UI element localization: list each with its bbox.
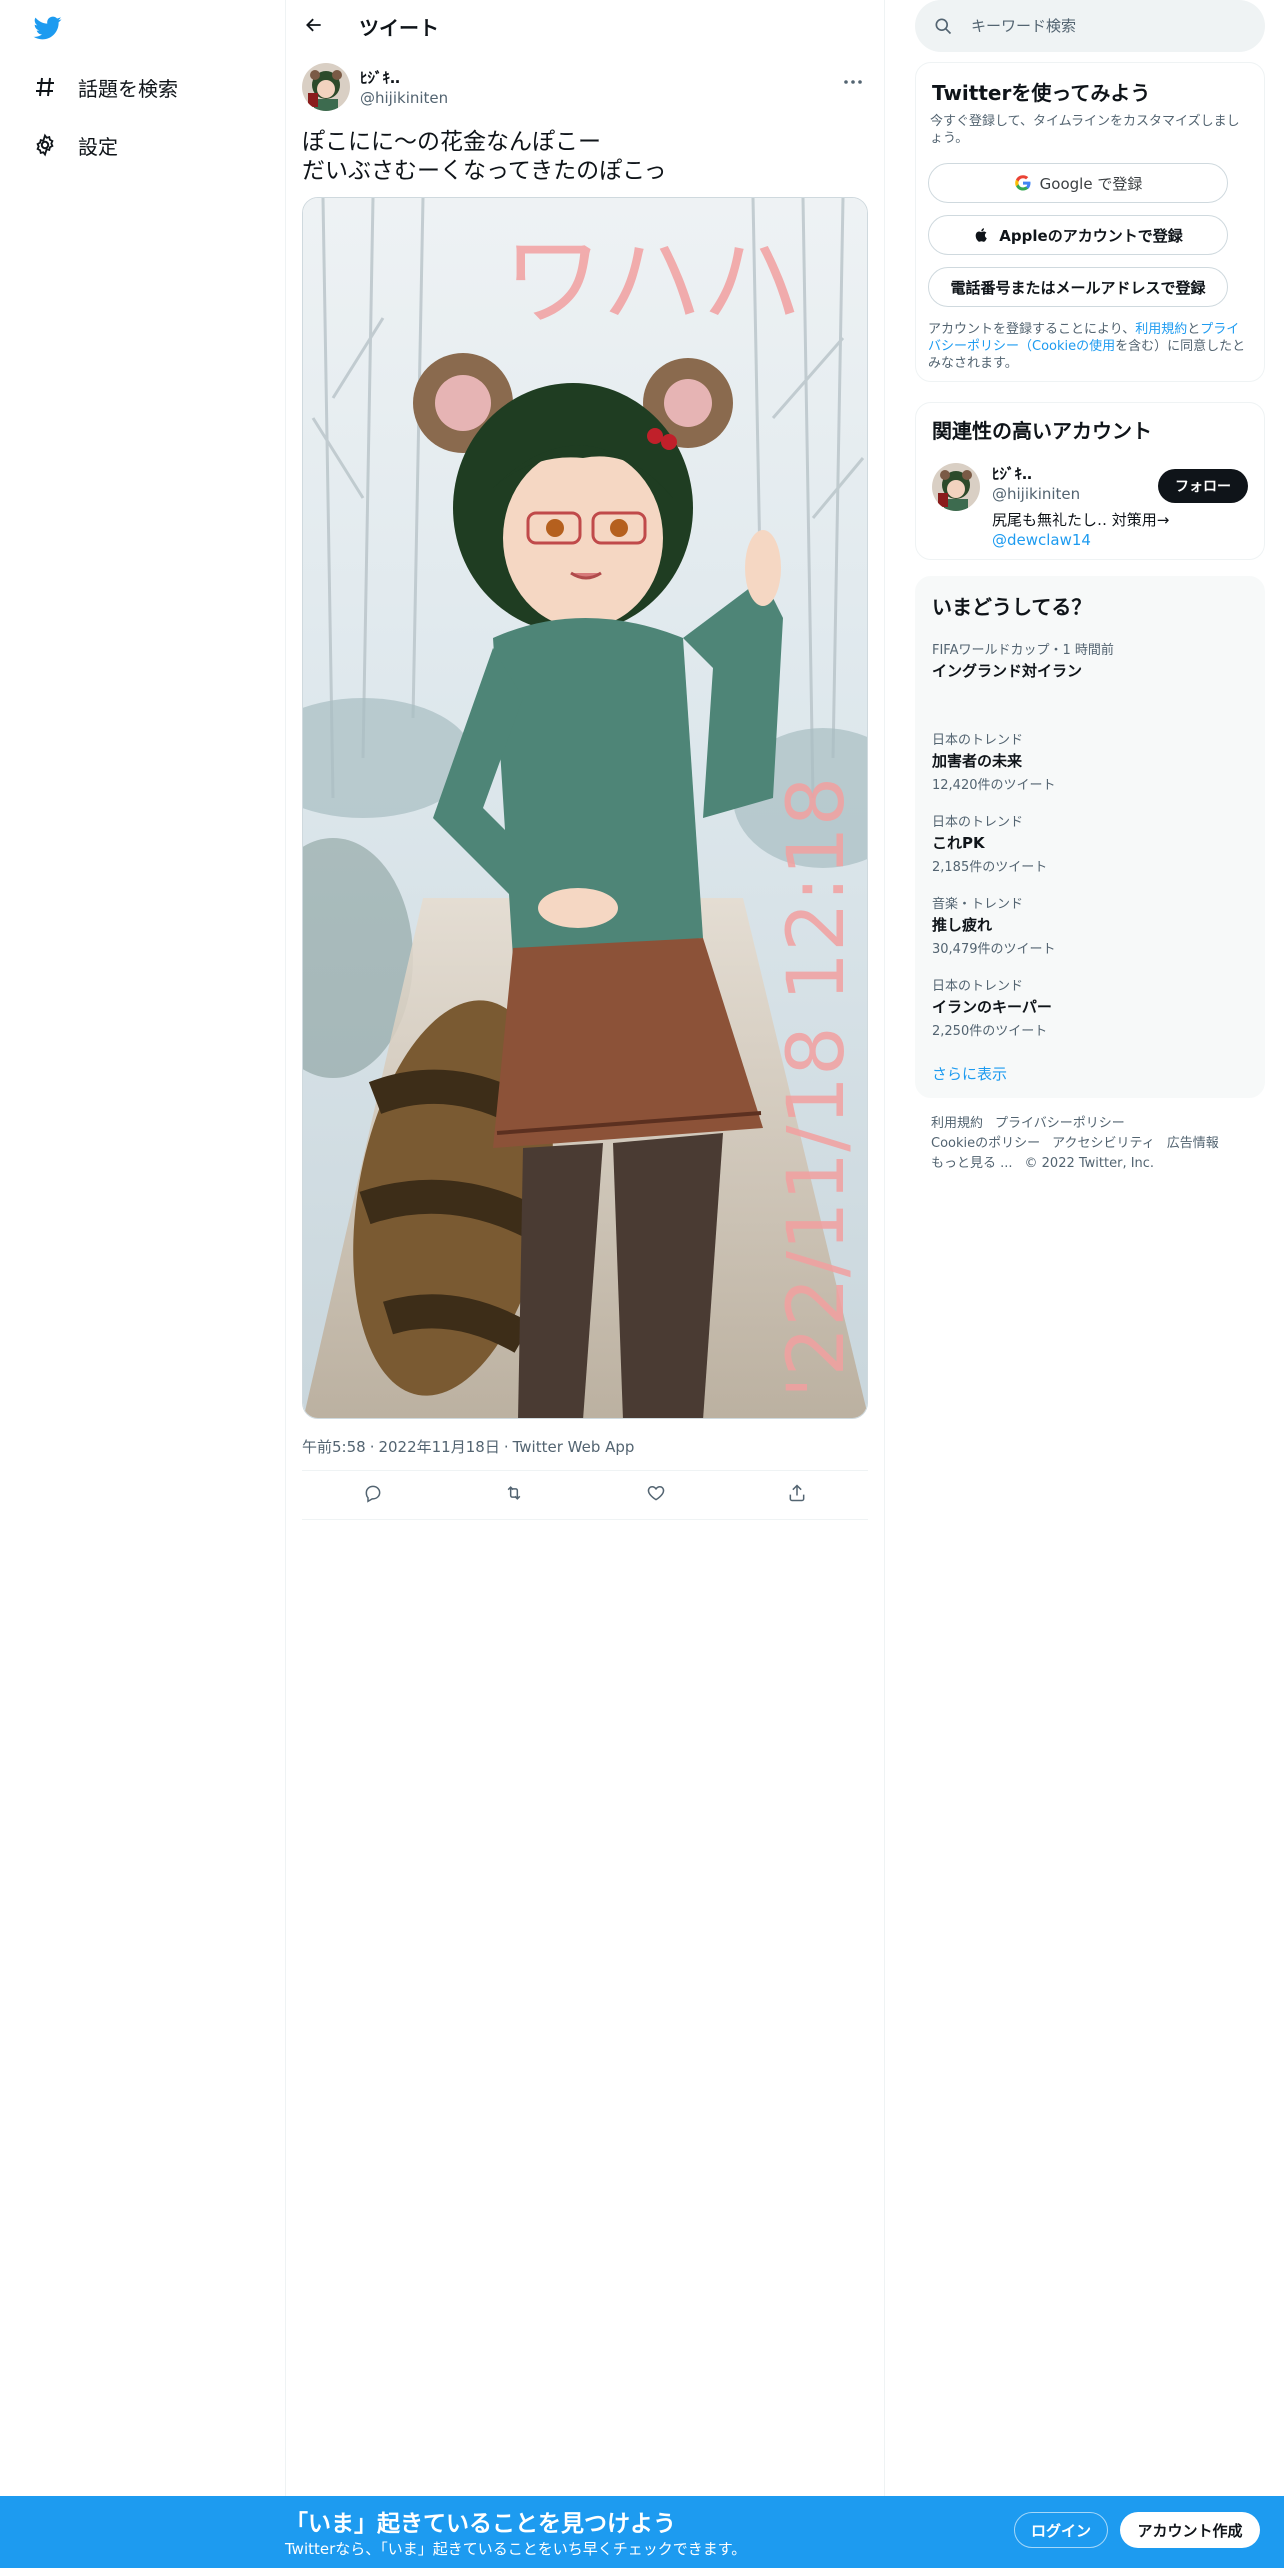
nav-item-label: 話題を検索 [78,76,178,101]
trend-item[interactable]: 日本のトレンド 加害者の未来 12,420件のツイート [932,729,1252,793]
avatar[interactable] [302,63,350,111]
footer-link[interactable]: アクセシビリティ [1052,1136,1155,1151]
trend-name: 加害者の未来 [932,752,1023,770]
heart-icon [646,1483,666,1507]
show-more-link[interactable]: さらに表示 [932,1063,1007,1084]
trend-count: 30,479件のツイート [932,942,1056,957]
tweet-source[interactable]: Twitter Web App [513,1438,635,1456]
terms-notice: アカウントを登録することにより、利用規約とプライバシーポリシー（Cookieの使… [928,321,1248,372]
meta-separator: · [503,1438,509,1456]
gear-icon [32,132,58,158]
follow-button[interactable]: フォロー [1158,469,1248,503]
tweet-image[interactable]: ワハハ '22/11/18 12:18 [302,197,868,1419]
hashtag-icon [32,74,58,100]
footer-link[interactable]: Cookieのポリシー [931,1136,1040,1151]
signup-card-title: Twitterを使ってみよう [932,81,1151,105]
related-card-title: 関連性の高いアカウント [932,419,1152,443]
page-title: ツイート [359,16,439,40]
footer-link[interactable]: もっと見る ... [931,1156,1013,1171]
reply-button[interactable] [353,1475,393,1515]
trend-name: 推し疲れ [932,916,993,934]
more-icon [843,70,863,89]
retweet-button[interactable] [494,1475,534,1515]
meta-separator: · [369,1438,375,1456]
more-options-button[interactable] [838,67,868,91]
footer-link[interactable]: 広告情報 [1167,1136,1219,1151]
main-column: ツイート ﾋｼﾞｷ‥ @hijikiniten ぽこにに～の花金なんぽこー だい… [285,0,885,2568]
apple-icon [973,226,991,244]
like-button[interactable] [636,1475,676,1515]
footer-link[interactable]: プライバシーポリシー [995,1116,1125,1131]
terms-text: と [1187,322,1201,337]
search-input[interactable] [971,17,1231,35]
arrow-left-icon [304,15,324,39]
trend-category: 日本のトレンド [932,733,1024,748]
reply-icon [363,1483,383,1507]
signup-card: Twitterを使ってみよう 今すぐ登録して、タイムラインをカスタマイズしましょ… [915,62,1265,382]
bottom-signup-bar: 「いま」起きていることを見つけよう Twitterなら、「いま」起きていることを… [0,2496,1284,2568]
trend-count: 12,420件のツイート [932,778,1056,793]
trend-item[interactable]: 日本のトレンド これPK 2,185件のツイート [932,811,1252,875]
back-button[interactable] [298,11,330,43]
trend-name: イランのキーパー [932,998,1052,1016]
author-name[interactable]: ﾋｼﾞｷ‥ [360,67,400,88]
share-icon [787,1483,807,1507]
google-icon [1014,174,1032,192]
related-account-bio: 尻尾も無礼たし‥ 対策用→ [992,511,1170,529]
trend-category: FIFAワールドカップ・1 時間前 [932,643,1114,658]
trend-category: 音楽・トレンド [932,897,1024,912]
image-overlay-text-top: ワハハ [503,223,802,340]
bottom-bar-title: 「いま」起きていることを見つけよう [285,2511,676,2537]
signup-description: 今すぐ登録して、タイムラインをカスタマイズしましょう。 [930,114,1240,146]
trends-card: いまどうしてる？ FIFAワールドカップ・1 時間前 イングランド対イラン 日本… [915,576,1265,1098]
terms-of-service-link[interactable]: 利用規約 [1135,322,1187,337]
tweet-timestamp: 午前5:58 · 2022年11月18日 · Twitter Web App [302,1436,634,1457]
nav-item-label: 設定 [78,134,118,159]
nav-item-explore[interactable]: 話題を検索 [32,65,178,109]
tweet-actions [302,1470,868,1520]
avatar[interactable] [932,463,980,511]
bottom-bar-subtitle: Twitterなら、「いま」起きていることをいち早くチェックできます。 [285,2540,747,2558]
tweet-author: ﾋｼﾞｷ‥ @hijikiniten [302,63,868,113]
trend-category: 日本のトレンド [932,979,1024,994]
trend-name: イングランド対イラン [932,662,1083,680]
image-overlay-text-date: '22/11/18 12:18 [772,777,862,1398]
google-signup-button[interactable]: Google で登録 [928,163,1228,203]
trend-name: これPK [932,834,985,852]
google-signup-label: Google で登録 [1039,174,1143,193]
related-account-handle[interactable]: @hijikiniten [992,485,1080,503]
retweet-icon [503,1483,525,1507]
tweet-image-illustration: ワハハ '22/11/18 12:18 [303,198,867,1418]
apple-signup-button[interactable]: Appleのアカウントで登録 [928,215,1228,255]
left-navigation: 話題を検索 設定 [0,0,285,2568]
phone-email-signup-button[interactable]: 電話番号またはメールアドレスで登録 [928,267,1228,307]
author-handle[interactable]: @hijikiniten [360,89,448,107]
related-accounts-card: 関連性の高いアカウント ﾋｼﾞｷ‥ @hijikiniten 尻尾も無礼たし‥ … [915,402,1265,560]
related-account-bio-link[interactable]: @dewclaw14 [992,531,1091,549]
trend-item[interactable]: 日本のトレンド イランのキーパー 2,250件のツイート [932,975,1252,1039]
search-bar[interactable] [915,0,1265,52]
nav-item-settings[interactable]: 設定 [32,123,118,167]
tweet-date[interactable]: 2022年11月18日 [378,1438,499,1456]
terms-text: アカウントを登録することにより、 [928,322,1136,337]
create-account-button[interactable]: アカウント作成 [1120,2512,1260,2548]
search-icon [933,16,953,36]
trend-item[interactable]: FIFAワールドカップ・1 時間前 イングランド対イラン [932,639,1252,681]
trend-item[interactable]: 音楽・トレンド 推し疲れ 30,479件のツイート [932,893,1252,957]
apple-signup-label: Appleのアカウントで登録 [999,226,1183,245]
twitter-bird-icon[interactable] [32,14,64,42]
login-button[interactable]: ログイン [1014,2512,1108,2548]
share-button[interactable] [777,1475,817,1515]
footer-links: 利用規約 プライバシーポリシー Cookieのポリシー アクセシビリティ 広告情報 も… [931,1114,1251,1174]
trends-card-title: いまどうしてる？ [932,595,1092,619]
footer-link[interactable]: 利用規約 [931,1116,983,1131]
tweet-time[interactable]: 午前5:58 [302,1438,366,1456]
phone-signup-label: 電話番号またはメールアドレスで登録 [950,278,1206,297]
trend-category: 日本のトレンド [932,815,1024,830]
tweet-text: ぽこにに～の花金なんぽこー だいぶさむーくなってきたのぽこっ [302,129,667,184]
trend-count: 2,250件のツイート [932,1024,1048,1039]
related-account-name[interactable]: ﾋｼﾞｷ‥ [992,463,1032,484]
copyright: © 2022 Twitter, Inc. [1024,1156,1155,1171]
trend-count: 2,185件のツイート [932,860,1048,875]
